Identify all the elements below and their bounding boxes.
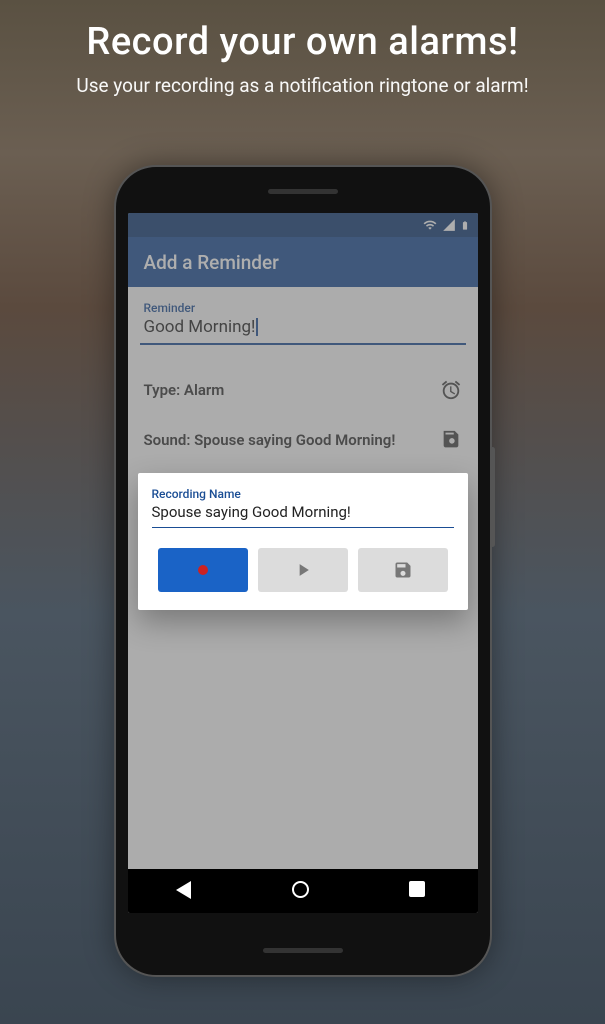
promo-banner: Record your own alarms! Use your recordi… [0,0,605,97]
promo-subtitle: Use your recording as a notification rin… [16,74,589,97]
recording-name-label: Recording Name [152,487,454,501]
recording-dialog: Recording Name Spouse saying Good Mornin… [138,473,468,610]
save-button[interactable] [358,548,448,592]
dialog-button-row [152,548,454,592]
nav-back-button[interactable] [176,881,196,901]
phone-speaker [263,948,343,953]
play-button[interactable] [258,548,348,592]
phone-side-button [490,447,495,547]
android-nav-bar [128,869,478,913]
phone-frame: Add a Reminder Reminder Good Morning! Ty… [114,165,492,977]
record-icon [198,565,208,575]
save-icon [393,560,413,580]
phone-earpiece [268,189,338,194]
nav-recent-button[interactable] [409,881,429,901]
play-icon [293,560,313,580]
record-button[interactable] [158,548,248,592]
promo-title: Record your own alarms! [16,20,589,64]
phone-screen: Add a Reminder Reminder Good Morning! Ty… [128,213,478,913]
recording-name-input[interactable]: Spouse saying Good Morning! [152,503,454,528]
nav-home-button[interactable] [292,881,312,901]
